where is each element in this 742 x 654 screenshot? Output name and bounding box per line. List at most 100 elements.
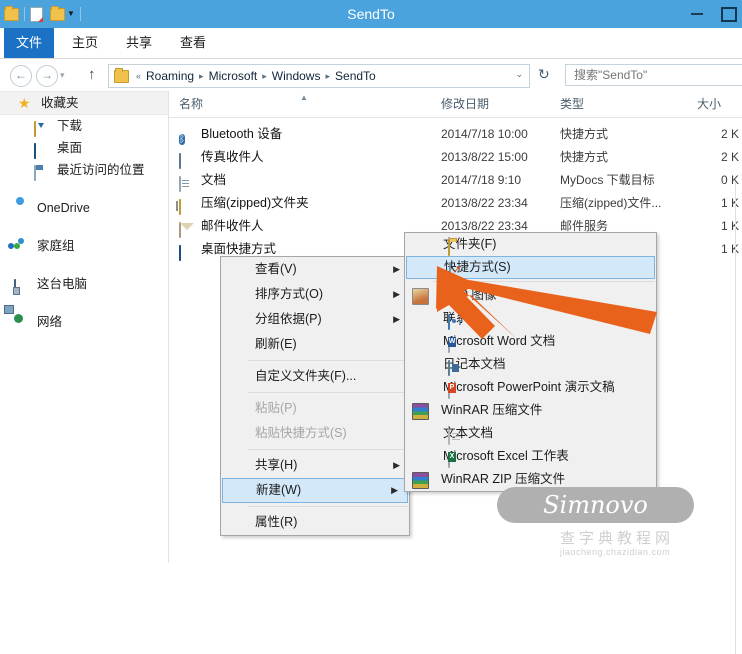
submenu-item-excel-worksheet[interactable]: Microsoft Excel 工作表 bbox=[405, 445, 656, 468]
file-date-cell: 2013/8/22 23:34 bbox=[441, 196, 528, 210]
breadcrumb-separator-2[interactable]: ▸ bbox=[259, 71, 270, 82]
journal-icon bbox=[448, 360, 450, 376]
watermark-site-name: 查字典教程网 bbox=[560, 530, 675, 547]
watermark-brand: Simnovo bbox=[497, 487, 694, 523]
menu-item-sort-by[interactable]: 排序方式(O) ▶ bbox=[221, 282, 409, 307]
context-menu: 查看(V) ▶ 排序方式(O) ▶ 分组依据(P) ▶ 刷新(E) 自定义文件夹… bbox=[220, 256, 410, 536]
tab-file[interactable]: 文件 bbox=[4, 28, 55, 58]
sidebar-item-downloads[interactable]: 下载 bbox=[0, 115, 168, 137]
tab-share[interactable]: 共享 bbox=[114, 28, 164, 58]
window-title: SendTo bbox=[347, 6, 395, 22]
submenu-item-shortcut[interactable]: 快捷方式(S) bbox=[406, 256, 655, 279]
document-icon bbox=[179, 173, 195, 192]
zip-folder-icon bbox=[179, 196, 195, 215]
submenu-item-word-document[interactable]: Microsoft Word 文档 bbox=[405, 330, 656, 353]
onedrive-icon bbox=[14, 200, 30, 216]
breadcrumb-microsoft[interactable]: Microsoft bbox=[207, 69, 260, 83]
menu-item-share[interactable]: 共享(H) ▶ bbox=[221, 453, 409, 478]
menu-separator bbox=[248, 360, 408, 361]
menu-item-refresh[interactable]: 刷新(E) bbox=[221, 332, 409, 357]
breadcrumb-windows[interactable]: Windows bbox=[270, 69, 323, 83]
folder-icon bbox=[448, 240, 450, 256]
menu-item-group-by[interactable]: 分组依据(P) ▶ bbox=[221, 307, 409, 332]
submenu-item-folder[interactable]: 文件夹(F) bbox=[405, 233, 656, 256]
file-date-cell: 2013/8/22 15:00 bbox=[441, 150, 528, 164]
title-bar[interactable]: ▼ SendTo bbox=[0, 0, 742, 28]
minimize-button[interactable] bbox=[682, 0, 712, 22]
breadcrumb-prefix[interactable]: « bbox=[133, 71, 144, 81]
address-input[interactable]: « Roaming ▸ Microsoft ▸ Windows ▸ SendTo… bbox=[108, 64, 530, 88]
sidebar-label-downloads: 下载 bbox=[57, 119, 83, 133]
tab-view[interactable]: 查看 bbox=[168, 28, 218, 58]
ribbon-tab-bar: 文件 主页 共享 查看 bbox=[0, 28, 742, 59]
file-name-cell[interactable]: 传真收件人 bbox=[179, 146, 264, 169]
sidebar-label-this-pc: 这台电脑 bbox=[37, 277, 88, 291]
back-button[interactable]: ← bbox=[10, 65, 32, 87]
address-dropdown-caret-icon[interactable]: ⌄ bbox=[515, 69, 523, 80]
menu-item-new[interactable]: 新建(W) ▶ bbox=[222, 478, 408, 503]
column-header-type[interactable]: 类型 bbox=[560, 91, 584, 117]
submenu-arrow-icon: ▶ bbox=[391, 485, 398, 495]
tab-home[interactable]: 主页 bbox=[60, 28, 110, 58]
table-row[interactable]: 文档 2014/7/18 9:10 MyDocs 下载目标 0 K bbox=[169, 169, 742, 192]
file-size-cell: 2 K bbox=[720, 150, 739, 164]
breadcrumb-sendto[interactable]: SendTo bbox=[333, 69, 378, 83]
submenu-item-journal-document[interactable]: 日记本文档 bbox=[405, 353, 656, 376]
file-name-cell[interactable]: 压缩(zipped)文件夹 bbox=[179, 192, 309, 215]
submenu-item-bmp-image[interactable]: BMP 图像 bbox=[405, 284, 656, 307]
submenu-arrow-icon: ▶ bbox=[393, 264, 400, 274]
address-bar-row: ← → ▾ ↑ « Roaming ▸ Microsoft ▸ Windows … bbox=[0, 59, 742, 91]
sidebar-item-desktop[interactable]: 桌面 bbox=[0, 137, 168, 159]
excel-icon bbox=[448, 452, 450, 468]
table-row[interactable]: ᛒ Bluetooth 设备 2014/7/18 10:00 快捷方式 2 K bbox=[169, 123, 742, 146]
column-header-row: 名称 ▲ 修改日期 类型 大小 bbox=[169, 91, 742, 118]
breadcrumb-roaming[interactable]: Roaming bbox=[144, 69, 196, 83]
menu-item-properties[interactable]: 属性(R) bbox=[221, 510, 409, 535]
sidebar-label-recent-places: 最近访问的位置 bbox=[57, 163, 145, 177]
column-header-name[interactable]: 名称 bbox=[179, 91, 203, 117]
up-button[interactable]: ↑ bbox=[88, 67, 96, 83]
sidebar-item-homegroup[interactable]: 家庭组 bbox=[0, 235, 168, 257]
column-header-date[interactable]: 修改日期 bbox=[441, 91, 489, 117]
submenu-item-winrar-archive[interactable]: WinRAR 压缩文件 bbox=[405, 399, 656, 422]
sidebar-label-network: 网络 bbox=[37, 315, 63, 329]
recent-locations-caret-icon[interactable]: ▾ bbox=[60, 70, 65, 81]
forward-button[interactable]: → bbox=[36, 65, 58, 87]
file-date-cell: 2014/7/18 9:10 bbox=[441, 173, 522, 187]
restore-button[interactable] bbox=[712, 0, 742, 22]
table-row[interactable]: 传真收件人 2013/8/22 15:00 快捷方式 2 K bbox=[169, 146, 742, 169]
submenu-item-text-document[interactable]: 文本文档 bbox=[405, 422, 656, 445]
sidebar-item-favorites[interactable]: ★ 收藏夹 bbox=[0, 91, 168, 115]
table-row[interactable]: 压缩(zipped)文件夹 2013/8/22 23:34 压缩(zipped)… bbox=[169, 192, 742, 215]
recent-places-icon bbox=[34, 162, 50, 181]
file-size-cell: 1 K bbox=[720, 242, 739, 256]
breadcrumb-separator-3[interactable]: ▸ bbox=[322, 71, 333, 82]
menu-item-customize-folder[interactable]: 自定义文件夹(F)... bbox=[221, 364, 409, 389]
sidebar-item-network[interactable]: 网络 bbox=[0, 311, 168, 333]
address-folder-icon bbox=[114, 67, 129, 83]
menu-item-paste-shortcut: 粘贴快捷方式(S) bbox=[255, 426, 347, 440]
homegroup-icon bbox=[14, 238, 30, 254]
search-input[interactable] bbox=[565, 64, 742, 86]
submenu-item-contact[interactable]: 联系人 bbox=[405, 307, 656, 330]
window-controls[interactable] bbox=[682, 0, 742, 28]
menu-item-view[interactable]: 查看(V) ▶ bbox=[221, 257, 409, 282]
this-pc-icon bbox=[14, 276, 30, 295]
menu-separator bbox=[248, 392, 408, 393]
menu-item-paste: 粘贴(P) bbox=[255, 401, 297, 415]
column-header-size[interactable]: 大小 bbox=[697, 91, 721, 117]
sidebar-item-recent-places[interactable]: 最近访问的位置 bbox=[0, 159, 168, 181]
refresh-button[interactable]: ↻ bbox=[538, 66, 550, 83]
sidebar-item-this-pc[interactable]: 这台电脑 bbox=[0, 273, 168, 295]
file-name-cell[interactable]: ᛒ Bluetooth 设备 bbox=[179, 123, 282, 146]
submenu-item-powerpoint[interactable]: Microsoft PowerPoint 演示文稿 bbox=[405, 376, 656, 399]
file-name-text: 邮件收件人 bbox=[201, 219, 264, 233]
word-icon bbox=[448, 337, 450, 353]
sidebar-item-onedrive[interactable]: OneDrive bbox=[0, 197, 168, 219]
file-name-cell[interactable]: 文档 bbox=[179, 169, 226, 192]
sidebar-label-onedrive: OneDrive bbox=[37, 201, 90, 215]
breadcrumb-separator-1[interactable]: ▸ bbox=[196, 71, 207, 82]
file-name-cell[interactable]: 邮件收件人 bbox=[179, 215, 264, 238]
